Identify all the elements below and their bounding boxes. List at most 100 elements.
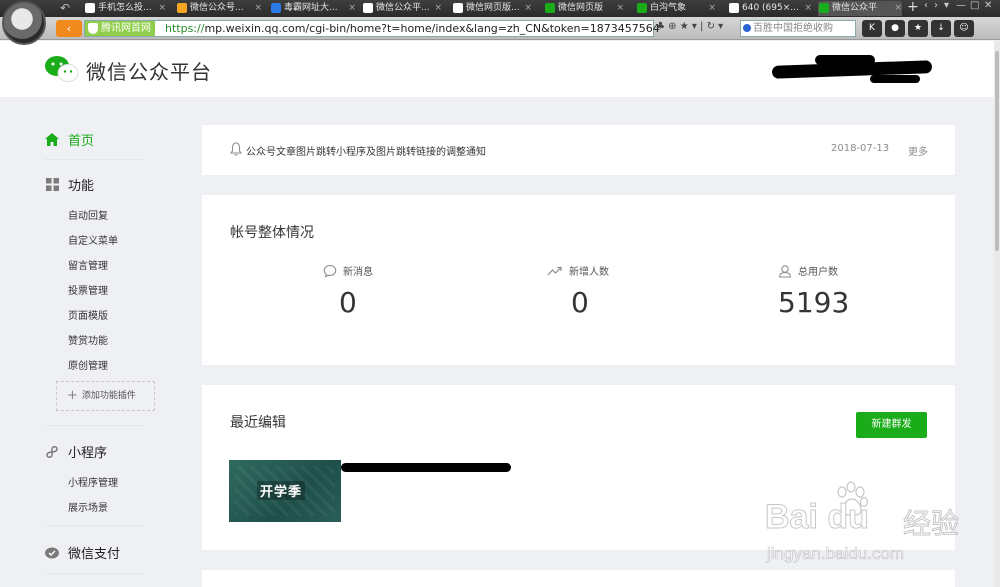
bell-icon bbox=[230, 142, 242, 156]
sidebar-item-comments[interactable]: 留言管理 bbox=[68, 257, 108, 272]
stat-total-users[interactable]: 总用户数 5193 bbox=[778, 263, 958, 319]
browser-tab[interactable]: 微信公众号... × bbox=[176, 1, 262, 16]
tab-close-icon[interactable]: × bbox=[524, 1, 532, 16]
wechat-logo-icon[interactable] bbox=[44, 55, 80, 83]
new-broadcast-button[interactable]: 新建群发 bbox=[856, 412, 927, 438]
browser-tab-strip: ↶ 手机怎么投... × 微信公众号... × 毒霸网址大... × 微信公众平… bbox=[0, 0, 1000, 17]
tab-scroll-left-icon[interactable]: ‹ bbox=[924, 0, 928, 11]
watermark-url: jingyan.baidu.com bbox=[767, 544, 905, 564]
miniprogram-icon bbox=[44, 444, 60, 460]
watermark-brand: Bai du bbox=[765, 498, 870, 537]
favicon-icon bbox=[545, 3, 555, 13]
tab-close-icon[interactable]: × bbox=[254, 1, 262, 16]
toolbar-star-button[interactable]: ★ bbox=[908, 20, 928, 37]
toolbar-lock-button[interactable]: ● bbox=[885, 20, 905, 37]
stat-label: 新消息 bbox=[343, 267, 373, 278]
browser-back-icon[interactable]: ↶ bbox=[60, 1, 70, 15]
window-close-icon[interactable]: ✕ bbox=[984, 0, 992, 11]
address-bar[interactable]: 腾讯网首网 https://mp.weixin.qq.com/cgi-bin/h… bbox=[84, 20, 660, 37]
sidebar-item-custom-menu[interactable]: 自定义菜单 bbox=[68, 232, 118, 247]
notice-date: 2018-07-13 bbox=[831, 143, 890, 154]
tab-close-icon[interactable]: × bbox=[348, 1, 356, 16]
tab-scroll-right-icon[interactable]: › bbox=[934, 0, 938, 11]
app-title[interactable]: 微信公众平台 bbox=[86, 56, 212, 85]
notice-link[interactable]: 公众号文章图片跳转小程序及图片跳转链接的调整通知 bbox=[246, 143, 486, 158]
watermark-brand-cn: 经验 bbox=[902, 507, 960, 541]
wechat-pay-icon bbox=[44, 545, 60, 561]
sidebar-group-function[interactable]: 功能 bbox=[44, 175, 94, 194]
favicon-icon bbox=[453, 3, 463, 13]
redacted-article-title bbox=[341, 463, 511, 472]
sidebar-group-miniprogram[interactable]: 小程序 bbox=[44, 442, 107, 461]
sidebar-group-wechat-pay[interactable]: 微信支付 bbox=[44, 543, 120, 562]
tab-close-icon[interactable]: × bbox=[434, 1, 442, 16]
sidebar-item-home[interactable]: 首页 bbox=[44, 130, 94, 149]
message-icon bbox=[323, 264, 337, 278]
address-tools[interactable]: ♣ ⊕ ★ ▾ | ↻ ▾ bbox=[656, 21, 723, 32]
favicon-icon bbox=[637, 3, 647, 13]
new-tab-icon[interactable]: + bbox=[907, 0, 919, 15]
favicon-icon bbox=[271, 3, 281, 13]
shield-icon bbox=[88, 23, 98, 34]
sidebar-item-auto-reply[interactable]: 自动回复 bbox=[68, 207, 108, 222]
thumbnail-caption: 开学季 bbox=[257, 481, 306, 500]
sidebar-item-reward[interactable]: 赞赏功能 bbox=[68, 332, 108, 347]
stat-new-followers[interactable]: 新增人数 0 bbox=[547, 263, 727, 319]
tab-close-icon[interactable]: × bbox=[158, 1, 166, 16]
account-overview-card: 帐号整体情况 新消息 0 新增人数 0 总用户数 5193 bbox=[202, 195, 955, 365]
divider bbox=[44, 525, 144, 526]
maximize-icon[interactable]: □ bbox=[970, 0, 979, 11]
browser-tab[interactable]: 微信网页版... × bbox=[452, 1, 532, 16]
browser-tab[interactable]: 微信公众平... × bbox=[362, 1, 442, 16]
baidu-watermark: Bai du 经验 jingyan.baidu.com bbox=[765, 480, 995, 585]
browser-tab[interactable]: 毒霸网址大... × bbox=[270, 1, 356, 16]
browser-tab-active[interactable]: 微信公众平 × bbox=[818, 1, 902, 16]
browser-tab[interactable]: 640 (695×... × bbox=[728, 1, 812, 16]
back-button[interactable]: ‹ bbox=[56, 20, 82, 37]
stat-label: 总用户数 bbox=[798, 267, 838, 278]
article-thumbnail[interactable]: 开学季 bbox=[229, 460, 341, 522]
home-icon bbox=[44, 132, 60, 148]
sidebar-item-vote[interactable]: 投票管理 bbox=[68, 282, 108, 297]
tab-close-icon[interactable]: × bbox=[894, 1, 902, 16]
redacted-account-name bbox=[870, 75, 920, 83]
divider bbox=[44, 425, 144, 426]
browser-search-input[interactable]: 百胜中国拒绝收购 bbox=[740, 20, 856, 37]
plus-icon: + bbox=[67, 388, 78, 403]
trend-icon bbox=[547, 266, 562, 275]
browser-tab[interactable]: 白沟气象 × bbox=[636, 1, 716, 16]
user-icon bbox=[778, 264, 792, 278]
sidebar-item-page-template[interactable]: 页面模版 bbox=[68, 307, 108, 322]
sidebar-item-display-scene[interactable]: 展示场景 bbox=[68, 499, 108, 514]
baidu-paw-icon bbox=[743, 24, 751, 32]
sidebar: 首页 功能 自动回复 自定义菜单 留言管理 投票管理 页面模版 赞赏功能 原创管… bbox=[0, 97, 190, 587]
url-text[interactable]: https://mp.weixin.qq.com/cgi-bin/home?t=… bbox=[165, 21, 660, 36]
recent-title: 最近编辑 bbox=[230, 415, 286, 431]
sidebar-item-original[interactable]: 原创管理 bbox=[68, 357, 108, 372]
overview-title: 帐号整体情况 bbox=[230, 225, 314, 241]
tab-close-icon[interactable]: × bbox=[804, 1, 812, 16]
stat-new-messages[interactable]: 新消息 0 bbox=[323, 263, 503, 319]
add-plugin-button[interactable]: + 添加功能插件 bbox=[56, 381, 155, 411]
favicon-icon bbox=[819, 3, 829, 13]
tab-list-icon[interactable]: ▾ bbox=[944, 0, 949, 11]
minimize-icon[interactable]: — bbox=[956, 0, 966, 11]
stat-value: 5193 bbox=[778, 286, 850, 319]
tab-close-icon[interactable]: × bbox=[708, 1, 716, 16]
notice-more-link[interactable]: 更多 bbox=[908, 143, 928, 158]
toolbar-download-button[interactable]: ↓ bbox=[931, 20, 951, 37]
sidebar-item-miniprogram-manage[interactable]: 小程序管理 bbox=[68, 474, 118, 489]
browser-tab[interactable]: 微信网页版 × bbox=[544, 1, 624, 16]
divider bbox=[44, 159, 144, 160]
toolbar-game-button[interactable]: ☺ bbox=[954, 20, 974, 37]
favicon-icon bbox=[177, 3, 187, 13]
browser-tab[interactable]: 手机怎么投... × bbox=[84, 1, 166, 16]
site-badge[interactable]: 腾讯网首网 bbox=[85, 21, 155, 36]
browser-logo-icon[interactable] bbox=[2, 1, 46, 45]
favicon-icon bbox=[729, 3, 739, 13]
scrollbar-thumb[interactable] bbox=[995, 51, 999, 251]
toolbar-k-button[interactable]: K bbox=[862, 20, 882, 37]
favicon-icon bbox=[363, 3, 373, 13]
grid-icon bbox=[44, 177, 60, 193]
tab-close-icon[interactable]: × bbox=[616, 1, 624, 16]
